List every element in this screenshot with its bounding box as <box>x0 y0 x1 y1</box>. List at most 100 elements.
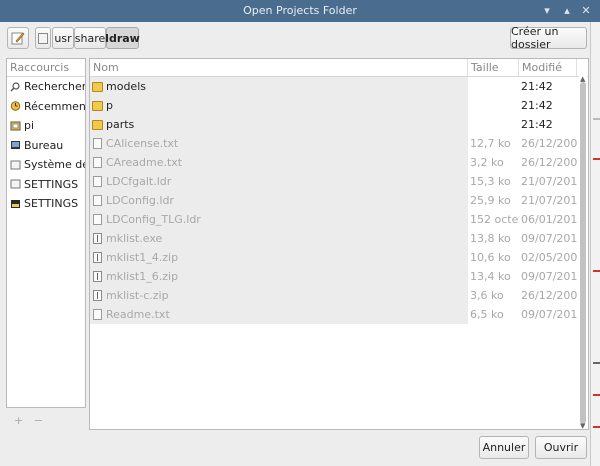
file-size <box>468 115 519 134</box>
file-list-header: Nom Taille Modifié <box>90 59 588 77</box>
sidebar-item-label: SETTINGS <box>24 177 79 191</box>
archive-icon <box>93 271 102 282</box>
file-modified: 26/12/2008 <box>521 156 577 169</box>
sidebar-item-label: Rechercher <box>24 80 85 94</box>
file-name: LDConfig_TLG.ldr <box>106 213 201 226</box>
path-bar-root-button[interactable] <box>35 27 51 49</box>
sidebar-item-label: Système de … <box>24 158 85 172</box>
places-sidebar: Raccourcis Rechercher Récemment… pi Bure… <box>6 58 86 408</box>
column-header-name[interactable]: Nom <box>90 59 468 76</box>
file-row[interactable]: LDCfgalt.ldr 15,3 ko 21/07/2013 <box>90 172 588 191</box>
file-modified: 06/01/2010 <box>521 213 577 226</box>
sidebar-item-label: Bureau <box>24 138 64 152</box>
add-bookmark-button[interactable]: + <box>14 414 23 427</box>
file-size: 15,3 ko <box>470 175 511 188</box>
file-row[interactable]: mklist.exe 13,8 ko 09/07/2010 <box>90 229 588 248</box>
minimize-icon[interactable]: ▾ <box>540 4 554 18</box>
background-accent-mark <box>593 158 600 160</box>
file-row[interactable]: Readme.txt 6,5 ko 09/07/2010 <box>90 305 588 324</box>
file-name: mklist.exe <box>106 232 163 245</box>
sdcard-icon <box>11 199 20 208</box>
file-modified: 21/07/2013 <box>521 194 577 207</box>
document-icon <box>93 195 102 206</box>
file-row[interactable]: CAreadme.txt 3,2 ko 26/12/2008 <box>90 153 588 172</box>
file-name: CAreadme.txt <box>106 156 183 169</box>
file-chooser-dialog: usr share ldraw Créer un dossier Raccour… <box>0 22 590 466</box>
search-icon <box>10 82 20 92</box>
file-rows: models 21:42 p 21:42 parts 21:42 CAlicense.txt… <box>90 77 588 324</box>
file-row[interactable]: mklist1_4.zip 10,6 ko 02/05/2009 <box>90 248 588 267</box>
file-name-cell: mklist1_6.zip <box>90 267 468 286</box>
background-window-edge <box>590 22 600 466</box>
folder-row[interactable]: p 21:42 <box>90 96 588 115</box>
sidebar-item-desktop[interactable]: Bureau <box>7 136 85 156</box>
file-row[interactable]: LDConfig_TLG.ldr 152 octets06/01/2010 <box>90 210 588 229</box>
open-button[interactable]: Ouvrir <box>535 436 587 459</box>
drive-icon <box>10 160 21 170</box>
sidebar-item-label: Récemment… <box>24 99 85 113</box>
file-size: 3,2 ko <box>470 156 504 169</box>
vertical-scrollbar[interactable]: ▲ ▼ <box>579 75 587 429</box>
file-name-cell: LDConfig.ldr <box>90 191 468 210</box>
file-name: mklist1_4.zip <box>106 251 179 264</box>
file-name-cell: LDCfgalt.ldr <box>90 172 468 191</box>
file-name-cell: models <box>90 77 468 96</box>
file-name-cell: LDConfig_TLG.ldr <box>90 210 468 229</box>
file-size: 13,4 ko <box>470 270 511 283</box>
sidebar-item-recent[interactable]: Récemment… <box>7 97 85 117</box>
file-name: mklist-c.zip <box>106 289 169 302</box>
file-modified: 21:42 <box>521 99 553 112</box>
column-header-size[interactable]: Taille <box>468 59 519 76</box>
folder-row[interactable]: parts 21:42 <box>90 115 588 134</box>
file-name: parts <box>106 118 135 131</box>
folder-row[interactable]: models 21:42 <box>90 77 588 96</box>
background-divider <box>593 118 600 120</box>
file-name-cell: mklist1_4.zip <box>90 248 468 267</box>
recent-icon <box>10 101 21 111</box>
cancel-button[interactable]: Annuler <box>479 436 529 459</box>
column-header-modified[interactable]: Modifié <box>519 59 577 76</box>
scroll-down-icon[interactable]: ▼ <box>580 422 585 429</box>
file-modified: 21:42 <box>521 80 553 93</box>
file-list: Nom Taille Modifié models 21:42 p 21:42 part… <box>89 58 589 430</box>
sidebar-item-label: pi <box>24 119 35 133</box>
remove-bookmark-button[interactable]: − <box>34 414 43 427</box>
path-segment-share[interactable]: share <box>74 27 106 49</box>
sidebar-item-home[interactable]: pi <box>7 116 85 136</box>
sidebar-item-settings-drive[interactable]: SETTINGS <box>7 175 85 195</box>
background-accent-mark <box>593 394 600 396</box>
file-size: 6,5 ko <box>470 308 504 321</box>
file-modified: 21:42 <box>521 118 553 131</box>
background-accent-mark <box>593 426 600 428</box>
background-divider <box>593 362 600 364</box>
file-row[interactable]: mklist-c.zip 3,6 ko 26/12/2008 <box>90 286 588 305</box>
file-modified: 09/07/2010 <box>521 308 577 321</box>
file-modified: 09/07/2010 <box>521 232 577 245</box>
path-segment-usr[interactable]: usr <box>52 27 74 49</box>
path-segment-ldraw[interactable]: ldraw <box>105 27 140 49</box>
close-icon[interactable]: ✕ <box>579 4 593 18</box>
file-name-cell: p <box>90 96 468 115</box>
file-size <box>468 96 519 115</box>
file-row[interactable]: LDConfig.ldr 25,9 ko 21/07/2013 <box>90 191 588 210</box>
file-name: models <box>106 80 146 93</box>
file-size: 12,7 ko <box>470 137 511 150</box>
home-icon <box>10 121 21 131</box>
type-filename-button[interactable] <box>7 27 29 49</box>
sidebar-item-search[interactable]: Rechercher <box>7 77 85 97</box>
sidebar-item-filesystem[interactable]: Système de … <box>7 155 85 175</box>
file-name: CAlicense.txt <box>106 137 179 150</box>
scroll-thumb[interactable] <box>580 82 586 424</box>
file-modified: 26/12/2008 <box>521 289 577 302</box>
file-name: p <box>106 99 113 112</box>
file-row[interactable]: mklist1_6.zip 13,4 ko 09/07/2010 <box>90 267 588 286</box>
drive-icon <box>38 32 48 44</box>
archive-icon <box>93 290 102 301</box>
create-folder-button[interactable]: Créer un dossier <box>510 25 587 51</box>
title-bar: Open Projects Folder ▾ ▴ ✕ <box>0 0 600 23</box>
sidebar-item-settings-card[interactable]: SETTINGS <box>7 194 85 214</box>
maximize-icon[interactable]: ▴ <box>560 4 574 18</box>
sidebar-item-label: SETTINGS <box>24 197 79 211</box>
file-row[interactable]: CAlicense.txt 12,7 ko 26/12/2008 <box>90 134 588 153</box>
file-modified: 09/07/2010 <box>521 270 577 283</box>
